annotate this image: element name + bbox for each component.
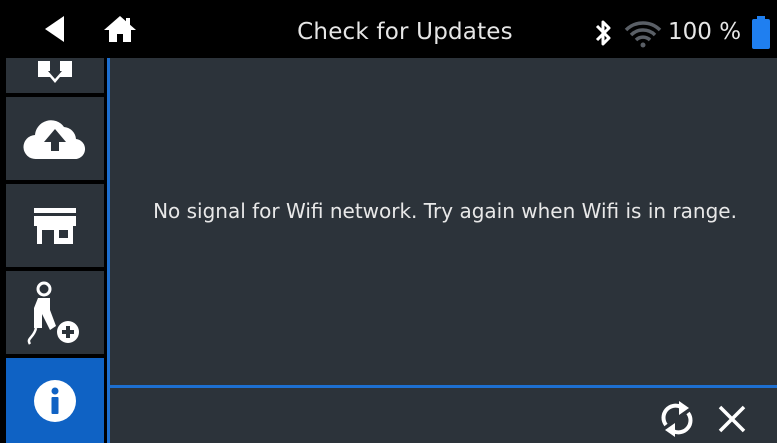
sidebar-item-cloud-upload[interactable]: [6, 97, 104, 180]
refresh-button[interactable]: [655, 397, 699, 441]
wifi-icon: [624, 21, 662, 48]
sidebar-item-add-tester[interactable]: [6, 271, 104, 354]
back-arrow-icon: [45, 16, 64, 42]
sidebar-item-shop[interactable]: [6, 184, 104, 267]
cloud-upload-icon: [23, 119, 86, 159]
close-button[interactable]: [710, 397, 754, 441]
back-button[interactable]: [36, 11, 72, 47]
sidebar: [0, 58, 107, 443]
close-icon: [718, 405, 746, 433]
main-panel: No signal for Wifi network. Try again wh…: [110, 58, 777, 443]
download-icon: [38, 60, 72, 83]
info-icon: [34, 379, 76, 422]
footer-divider: [110, 385, 777, 388]
battery-percent: 100 %: [668, 19, 742, 45]
battery-icon: [752, 16, 770, 49]
status-bar: Check for Updates 100 %: [0, 0, 777, 58]
sidebar-item-download[interactable]: [6, 58, 104, 93]
home-icon: [104, 16, 136, 42]
status-message: No signal for Wifi network. Try again wh…: [153, 199, 737, 223]
add-tester-icon: [27, 281, 79, 345]
shop-icon: [34, 207, 76, 244]
page-title: Check for Updates: [297, 19, 513, 45]
bluetooth-icon: [595, 20, 611, 46]
sidebar-item-info[interactable]: [6, 358, 104, 443]
home-button[interactable]: [100, 11, 140, 47]
refresh-icon: [661, 401, 693, 437]
screen: Check for Updates 100 % No signal for Wi…: [0, 0, 777, 443]
